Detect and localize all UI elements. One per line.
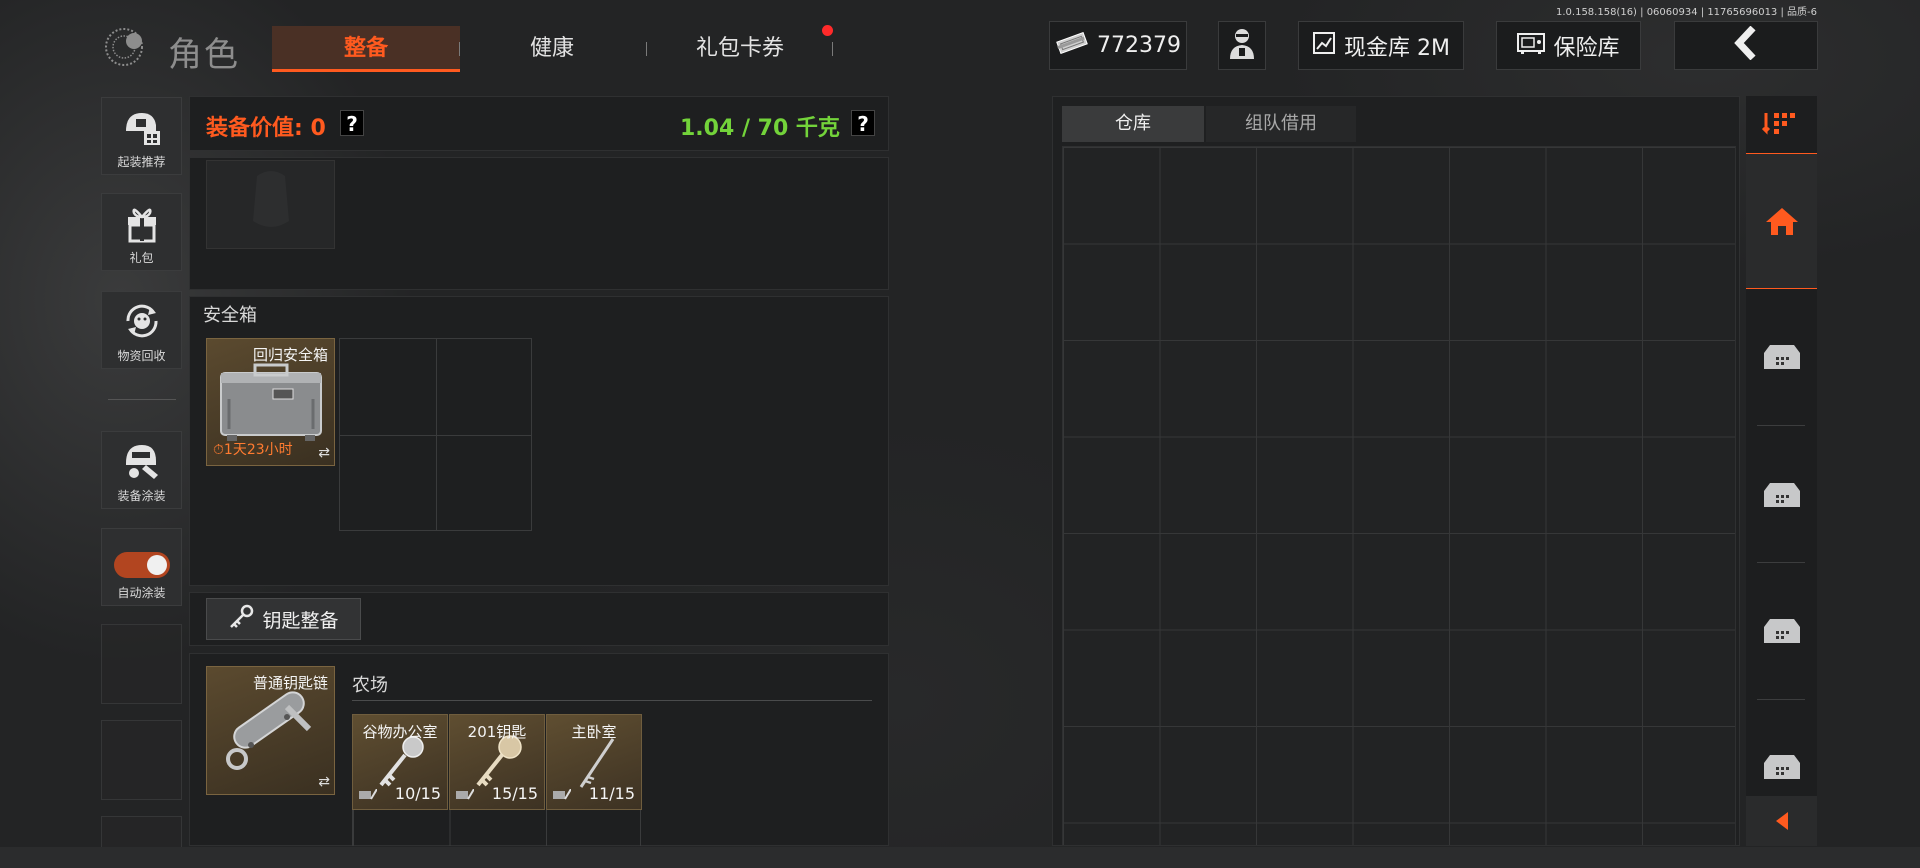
gift-icon [119,200,165,246]
clock-icon: ⏱ [213,442,224,458]
side-divider [1757,699,1805,700]
sidebar-item-recycle[interactable]: 物资回收 [101,291,182,369]
arrow-left-icon [1775,812,1788,830]
chest-icon [1763,483,1800,507]
key-equip-button[interactable]: 钥匙整备 [206,598,361,640]
paint-helmet-icon [119,438,165,484]
recycle-icon [119,298,165,344]
key-name: 主卧室 [571,723,617,741]
warehouse-home-tab[interactable] [1746,153,1817,289]
swap-icon[interactable]: ⇄ [318,445,330,461]
tab-separator [459,42,460,56]
safebox-storage-grid[interactable] [339,338,532,531]
key-durability: 15/15 [491,784,538,803]
vault-chart-icon [1312,31,1336,61]
cash-stack-icon [1055,31,1089,60]
tab-equip[interactable]: 整备 [272,26,460,72]
sidebar-item-label: 装备涂装 [117,489,166,503]
durability-icon [553,789,571,800]
side-divider [1757,425,1805,426]
currency-amount: 772379 [1097,33,1181,58]
sidebar-item-label: 礼包 [129,251,154,265]
key-name: 谷物办公室 [362,723,438,741]
auto-skin-toggle[interactable] [113,552,170,578]
keychain-item[interactable]: 普通钥匙链 ⇄ [206,666,335,795]
key-equip-label: 钥匙整备 [262,609,339,632]
tab-team-borrow[interactable]: 组队借用 [1206,106,1356,142]
back-button[interactable] [1674,21,1818,70]
keychain-name: 普通钥匙链 [252,674,328,692]
swap-icon[interactable]: ⇄ [318,774,330,790]
sidebar-empty-slot [101,816,182,848]
warehouse-grid[interactable] [1062,146,1736,846]
safe-vault-label: 保险库 [1553,35,1620,61]
safebox-case-icon [220,363,322,441]
key-map-name: 农场 [352,675,388,696]
key-grid-row[interactable] [352,810,641,846]
tab-health[interactable]: 健康 [470,26,634,72]
home-icon [1765,208,1798,235]
notification-dot [822,25,833,36]
key-card[interactable]: 主卧室 11/15 [546,714,642,810]
safebox-title: 安全箱 [203,305,257,326]
currency-display[interactable]: 772379 [1049,21,1187,70]
safebox-item[interactable]: 回归安全箱 ⏱1天23小时 ⇄ [206,338,335,466]
sidebar-item-auto-skin[interactable]: 自动涂装 [101,528,182,606]
sidebar-divider [108,399,176,400]
tab-gift-cards[interactable]: 礼包卡券 [660,26,820,72]
operator-button[interactable] [1218,21,1266,70]
sidebar-item-loadout-recommend[interactable]: 起装推荐 [101,97,182,175]
page-title: 角色 [168,35,240,75]
safebox-timer: ⏱1天23小时 [213,442,293,458]
key-map-divider [352,700,872,701]
helmet-gear-icon [119,104,165,150]
key-card[interactable]: 201钥匙 15/15 [449,714,545,810]
sidebar-item-label: 自动涂装 [117,586,166,600]
backpack-silhouette-icon [253,171,289,227]
collapse-side-button[interactable] [1746,796,1817,846]
chest-icon [1763,345,1800,369]
key-name: 201钥匙 [467,723,527,741]
sort-icon [1761,113,1795,135]
version-label: 1.0.158.158(16) | 06060934 | 11765696013… [1556,7,1817,18]
warehouse-chest-tab[interactable] [1746,458,1817,532]
key-icon [228,604,254,635]
value-help-icon[interactable]: ? [340,110,364,136]
side-divider [1757,562,1805,563]
sidebar-item-gift[interactable]: 礼包 [101,193,182,271]
key-card[interactable]: 谷物办公室 10/15 [352,714,448,810]
sidebar-empty-slot [101,624,182,704]
durability-icon [456,789,474,800]
tab-separator [646,42,647,56]
key-durability: 10/15 [394,784,441,803]
key-durability: 11/15 [588,784,635,803]
equipment-value: 装备价值: 0 [206,116,326,141]
equipment-slot[interactable] [206,160,335,249]
warehouse-chest-tab[interactable] [1746,731,1817,803]
cash-vault-label: 现金库 2M [1344,35,1450,61]
durability-icon [359,789,377,800]
warehouse-chest-tab[interactable] [1746,594,1817,668]
sidebar-item-label: 起装推荐 [117,155,166,169]
safe-vault-button[interactable]: 保险库 [1496,21,1641,70]
weight-display: 1.04 / 70 千克 [680,116,840,141]
chevron-left-icon [1731,25,1761,66]
tab-warehouse[interactable]: 仓库 [1062,106,1204,142]
weight-help-icon[interactable]: ? [851,110,875,136]
warehouse-chest-tab[interactable] [1746,320,1817,394]
tab-separator [832,42,833,56]
bottom-bar [0,847,1920,868]
sidebar-empty-slot [101,720,182,800]
sidebar-item-label: 物资回收 [117,349,166,363]
operator-avatar-icon [1227,26,1257,66]
cash-vault-button[interactable]: 现金库 2M [1298,21,1464,70]
chest-icon [1763,755,1800,779]
sort-button[interactable] [1746,100,1817,146]
safebox-item-name: 回归安全箱 [252,346,328,364]
sidebar-item-skin[interactable]: 装备涂装 [101,431,182,509]
keychain-icon [226,691,312,770]
safe-icon [1517,32,1546,60]
character-globe-icon [102,25,158,69]
chest-icon [1763,619,1800,643]
